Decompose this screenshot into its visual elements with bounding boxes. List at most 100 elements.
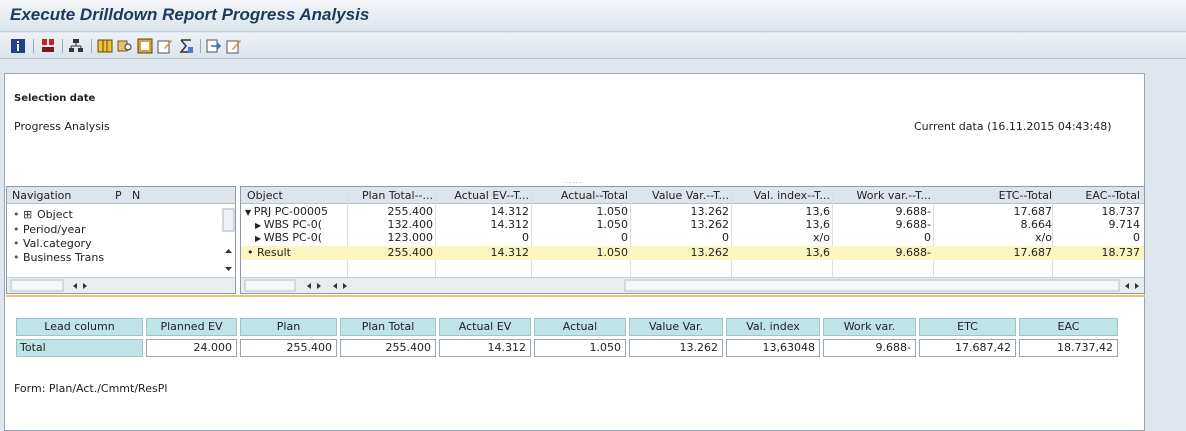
cell-value-var: 0 (722, 231, 729, 244)
bullet-icon: • (13, 223, 20, 236)
splitter-grip[interactable]: ..... (565, 176, 583, 185)
grid-horizontal-scrollbar[interactable] (241, 277, 1144, 293)
cell-plan: 255.400 (240, 339, 337, 357)
cell-val-index: 13,6 (805, 205, 831, 218)
col-object[interactable]: Object (247, 189, 343, 202)
cell-plan-total: 255.400 (340, 339, 436, 357)
selection-date-label: Selection date (14, 93, 96, 104)
col-eac-total[interactable]: EAC--Total (1054, 189, 1140, 202)
row-object: ▼ PRJ PC-00005 (245, 205, 328, 218)
cell-value-var: 13.262 (690, 205, 730, 218)
cell-work-var: 9.688- (895, 205, 931, 218)
collapse-triangle-icon[interactable]: ▼ (245, 208, 254, 217)
form-name: Form: Plan/Act./Cmmt/ResPl (14, 382, 168, 395)
cell-actual-ev: 0 (522, 231, 529, 244)
print-preview-icon[interactable] (117, 38, 133, 54)
header-actual-ev: Actual EV (439, 318, 531, 336)
sum-icon[interactable] (178, 38, 194, 54)
cell-value-var: 13.262 (690, 218, 730, 231)
graphic-icon[interactable] (137, 38, 153, 54)
col-plan-total[interactable]: Plan Total--... (351, 189, 433, 202)
hierarchy-icon[interactable] (68, 38, 84, 54)
cell-actual-ev: 14.312 (439, 339, 531, 357)
navigation-panel: Navigation P N • ⊞ Object • Period/year • Va… (6, 186, 236, 294)
current-data-timestamp: Current data (16.11.2015 04:43:48) (914, 120, 1112, 133)
right-margin (1146, 73, 1186, 431)
col-val-index-total[interactable]: Val. index--T... (733, 189, 830, 202)
nav-item-business-trans[interactable]: • Business Trans (13, 251, 113, 264)
cell-plan-total: 255.400 (387, 205, 434, 218)
row-object: ▶ WBS PC-0( (255, 218, 322, 231)
grid-row-result[interactable]: • Result 255.400 14.312 1.050 13.262 13,… (241, 246, 1144, 260)
cell-plan-total: 255.400 (387, 246, 434, 259)
header-eac: EAC (1019, 318, 1118, 336)
n-column-header[interactable]: N (132, 189, 140, 202)
cell-etc: 8.664 (1020, 218, 1053, 231)
toolbar-separator (200, 39, 201, 53)
col-actual-ev-total[interactable]: Actual EV--T... (437, 189, 529, 202)
p-column-header[interactable]: P (115, 189, 122, 202)
cell-actual: 1.050 (596, 218, 629, 231)
header-planned-ev: Planned EV (146, 318, 237, 336)
cell-work-var: 0 (924, 231, 931, 244)
header-val-index: Val. index (726, 318, 820, 336)
cell-actual: 0 (621, 231, 628, 244)
horizontal-splitter[interactable] (6, 295, 1145, 297)
info-icon[interactable] (10, 38, 26, 54)
col-actual-total[interactable]: Actual--Total (533, 189, 628, 202)
grid-row-wbs[interactable]: ▶ WBS PC-0( 132.400 14.312 1.050 13.262 … (241, 218, 1144, 231)
header-actual: Actual (534, 318, 626, 336)
cell-etc: 17.687 (1013, 246, 1053, 259)
header-plan: Plan (240, 318, 337, 336)
cell-actual: 1.050 (596, 246, 629, 259)
navigation-footer-scroll[interactable] (7, 277, 235, 293)
expand-triangle-icon[interactable]: ▶ (255, 234, 264, 243)
cell-planned-ev: 24.000 (146, 339, 237, 357)
report-area: Selection date Progress Analysis Current… (4, 73, 1145, 431)
cell-etc: 17.687,42 (919, 339, 1016, 357)
cell-actual-ev: 14.312 (490, 218, 530, 231)
grid-row-wbs[interactable]: ▶ WBS PC-0( 123.000 0 0 0 x/o 0 x/o 0 (241, 231, 1144, 244)
cell-actual-ev: 14.312 (490, 205, 530, 218)
toolbar-separator (62, 39, 63, 53)
navigation-column-header[interactable]: Navigation (12, 189, 71, 202)
navigation-scrollbar[interactable] (222, 205, 235, 277)
cell-eac: 9.714 (1108, 218, 1141, 231)
header-etc: ETC (919, 318, 1016, 336)
edit-icon[interactable] (157, 38, 173, 54)
nav-item-object[interactable]: • ⊞ Object (13, 208, 73, 221)
window-title: Execute Drilldown Report Progress Analys… (10, 5, 370, 24)
cell-value-var: 13.262 (690, 246, 730, 259)
nav-item-val-category[interactable]: • Val.category (13, 237, 92, 250)
navigation-header: Navigation P N (7, 187, 235, 204)
row-object: ▶ WBS PC-0( (255, 231, 322, 244)
bullet-icon: • (247, 246, 257, 259)
col-value-var-total[interactable]: Value Var.--T... (632, 189, 729, 202)
cell-actual-ev: 14.312 (490, 246, 530, 259)
export-icon[interactable] (206, 38, 222, 54)
cell-work-var: 9.688- (895, 218, 931, 231)
multi-select-icon[interactable] (40, 38, 56, 54)
cell-val-index: 13,6 (805, 246, 831, 259)
cell-actual: 1.050 (596, 205, 629, 218)
cell-val-index: 13,6 (805, 218, 831, 231)
report-title: Progress Analysis (14, 120, 110, 133)
title-bar: Execute Drilldown Report Progress Analys… (0, 0, 1186, 32)
header-work-var: Work var. (823, 318, 916, 336)
expand-triangle-icon[interactable]: ▶ (255, 221, 264, 230)
application-toolbar (0, 33, 1186, 59)
col-work-var-total[interactable]: Work var.--T... (834, 189, 931, 202)
nav-item-period-year[interactable]: • Period/year (13, 223, 86, 236)
header-plan-total: Plan Total (340, 318, 436, 336)
columns-icon[interactable] (97, 38, 113, 54)
cell-val-index: x/o (813, 231, 830, 244)
nav-item-label: Period/year (23, 223, 86, 236)
drilldown-grid: Object Plan Total--... Actual EV--T... A… (240, 186, 1145, 294)
toolbar-separator (33, 39, 34, 53)
grid-row-prj[interactable]: ▼ PRJ PC-00005 255.400 14.312 1.050 13.2… (241, 205, 1144, 218)
cell-etc: x/o (1035, 231, 1052, 244)
col-etc-total[interactable]: ETC--Total (935, 189, 1052, 202)
cell-lead-total: Total (16, 339, 143, 357)
change-icon[interactable] (226, 38, 242, 54)
cell-value-var: 13.262 (629, 339, 723, 357)
